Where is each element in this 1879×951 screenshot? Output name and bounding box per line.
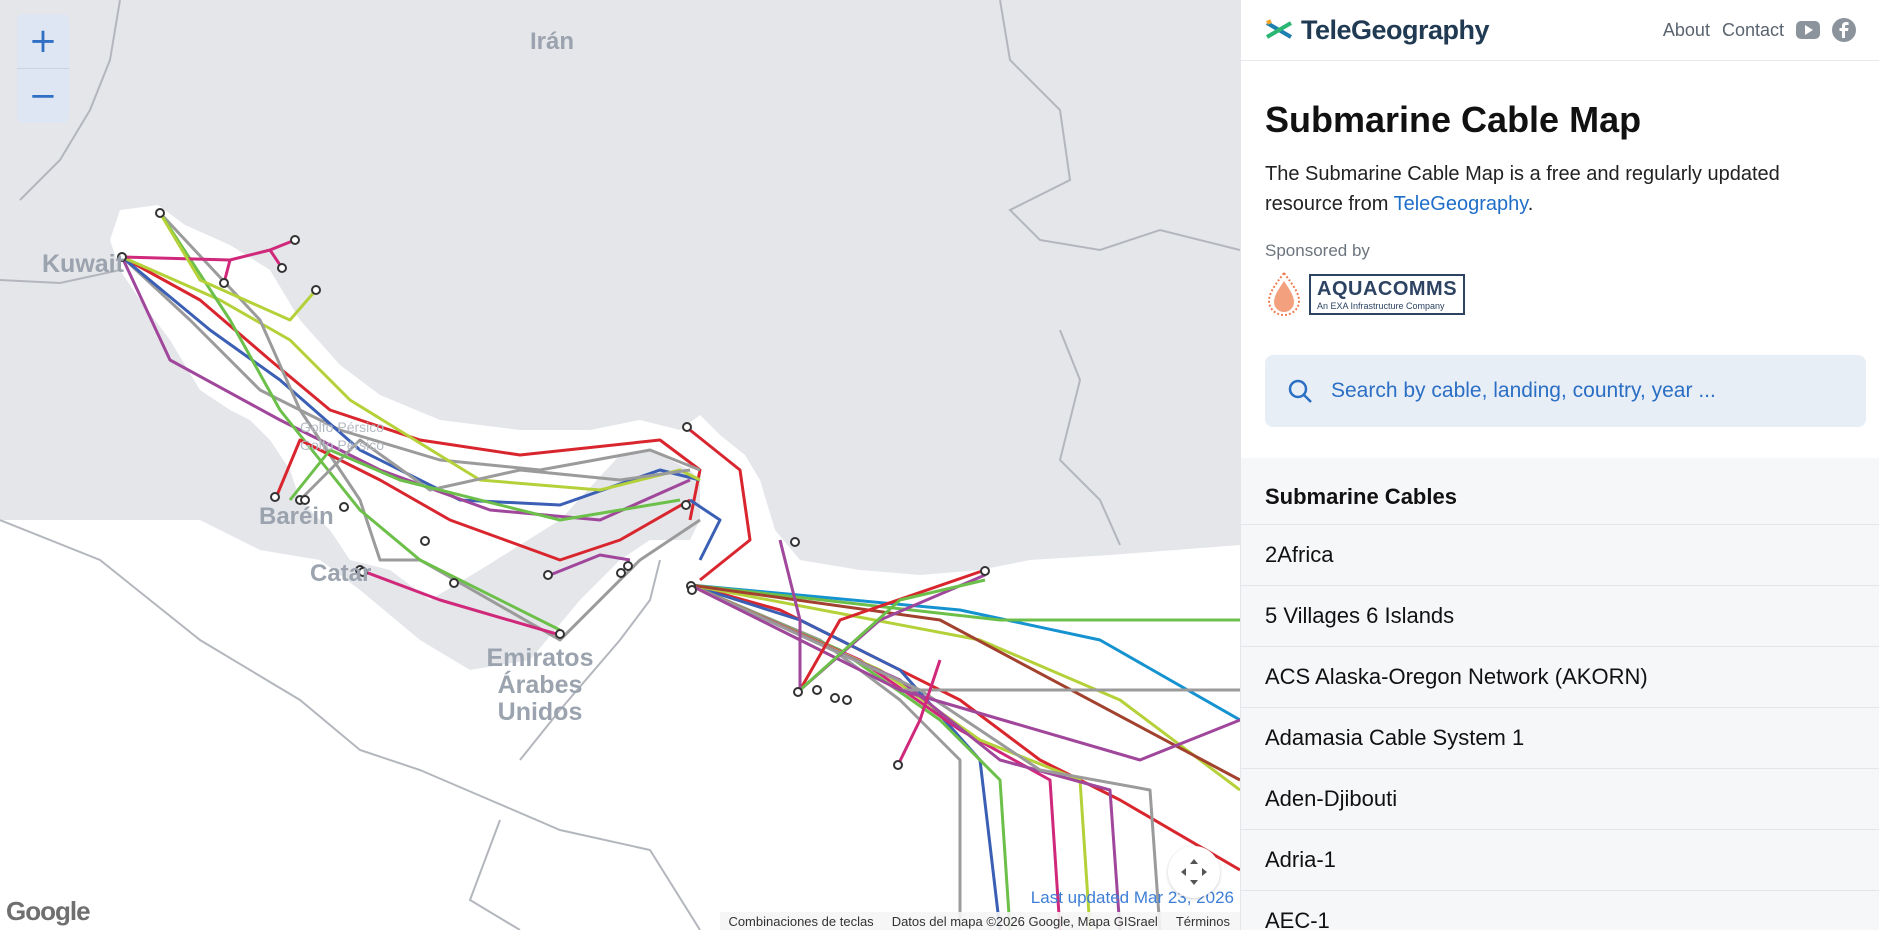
aquacomms-wordmark: AQUACOMMS An EXA Infrastructure Company	[1309, 273, 1466, 315]
cable-list-item[interactable]: Adria-1	[1241, 829, 1879, 890]
zoom-in-button[interactable]: +	[17, 14, 69, 68]
map-label-iran: Irán	[530, 28, 575, 55]
keyboard-shortcuts-link[interactable]: Combinaciones de teclas	[728, 914, 873, 929]
cable-list-heading: Submarine Cables	[1265, 484, 1457, 509]
cable-list-item[interactable]: ACS Alaska-Oregon Network (AKORN)	[1241, 646, 1879, 707]
top-nav: About Contact	[1663, 18, 1856, 42]
terms-link[interactable]: Términos	[1176, 914, 1230, 929]
cable-list-item[interactable]: Aden-Djibouti	[1241, 768, 1879, 829]
telegeography-logo-icon	[1265, 19, 1293, 39]
side-panel: TeleGeography About Contact Submarine Ca…	[1240, 0, 1879, 933]
zoom-controls: + −	[17, 14, 69, 123]
cable-list-item[interactable]: AEC-1	[1241, 890, 1879, 951]
map-label-uae: Emiratos Árabes Unidos	[486, 644, 594, 726]
map-attribution: Combinaciones de teclas Datos del mapa ©…	[720, 912, 1240, 930]
aquacomms-drop-icon	[1267, 271, 1301, 317]
cable-list-item[interactable]: 2Africa	[1241, 524, 1879, 585]
map-label-bahrain: Baréin	[259, 503, 334, 530]
cable-list-section: Submarine Cables 2Africa 5 Villages 6 Isl…	[1241, 458, 1879, 933]
search-icon	[1288, 379, 1312, 403]
nav-contact[interactable]: Contact	[1722, 20, 1784, 41]
search-box[interactable]: Search by cable, landing, country, year …	[1265, 355, 1866, 427]
map-canvas[interactable]	[0, 0, 1240, 930]
cable-list-item[interactable]: Adamasia Cable System 1	[1241, 707, 1879, 768]
cable-list-item[interactable]: 5 Villages 6 Islands	[1241, 585, 1879, 646]
page-title: Submarine Cable Map	[1265, 99, 1642, 140]
facebook-icon[interactable]	[1832, 18, 1856, 42]
map-label-kuwait: Kuwait	[42, 250, 124, 278]
map-label-qatar: Catar	[310, 560, 372, 587]
intro-section: Submarine Cable Map The Submarine Cable …	[1241, 99, 1879, 317]
zoom-out-button[interactable]: −	[17, 68, 69, 123]
map-label-gulf: Golfo Pérsico Golfo Pérsico	[300, 419, 385, 453]
fullscreen-icon	[1181, 859, 1207, 885]
cable-list: 2Africa 5 Villages 6 Islands ACS Alaska-Or…	[1241, 524, 1879, 951]
fullscreen-button[interactable]	[1168, 846, 1220, 898]
top-bar: TeleGeography About Contact	[1241, 0, 1879, 61]
search-placeholder: Search by cable, landing, country, year …	[1331, 379, 1716, 402]
youtube-icon[interactable]	[1796, 21, 1820, 39]
map-area[interactable]: + − Irán Kuwait Baréin Catar Emiratos Ára…	[0, 0, 1240, 930]
sponsor-logo[interactable]: AQUACOMMS An EXA Infrastructure Company	[1265, 271, 1856, 317]
brand-logo[interactable]: TeleGeography	[1265, 14, 1490, 46]
nav-about[interactable]: About	[1663, 20, 1710, 41]
brand-name: TeleGeography	[1301, 14, 1490, 45]
google-logo: Google	[6, 896, 91, 926]
sponsored-by-label: Sponsored by	[1265, 241, 1370, 260]
map-data-credit: Datos del mapa ©2026 Google, Mapa GISrae…	[891, 913, 1158, 929]
page-description: The Submarine Cable Map is a free and re…	[1265, 163, 1780, 215]
telegeography-link[interactable]: TeleGeography	[1394, 193, 1528, 215]
